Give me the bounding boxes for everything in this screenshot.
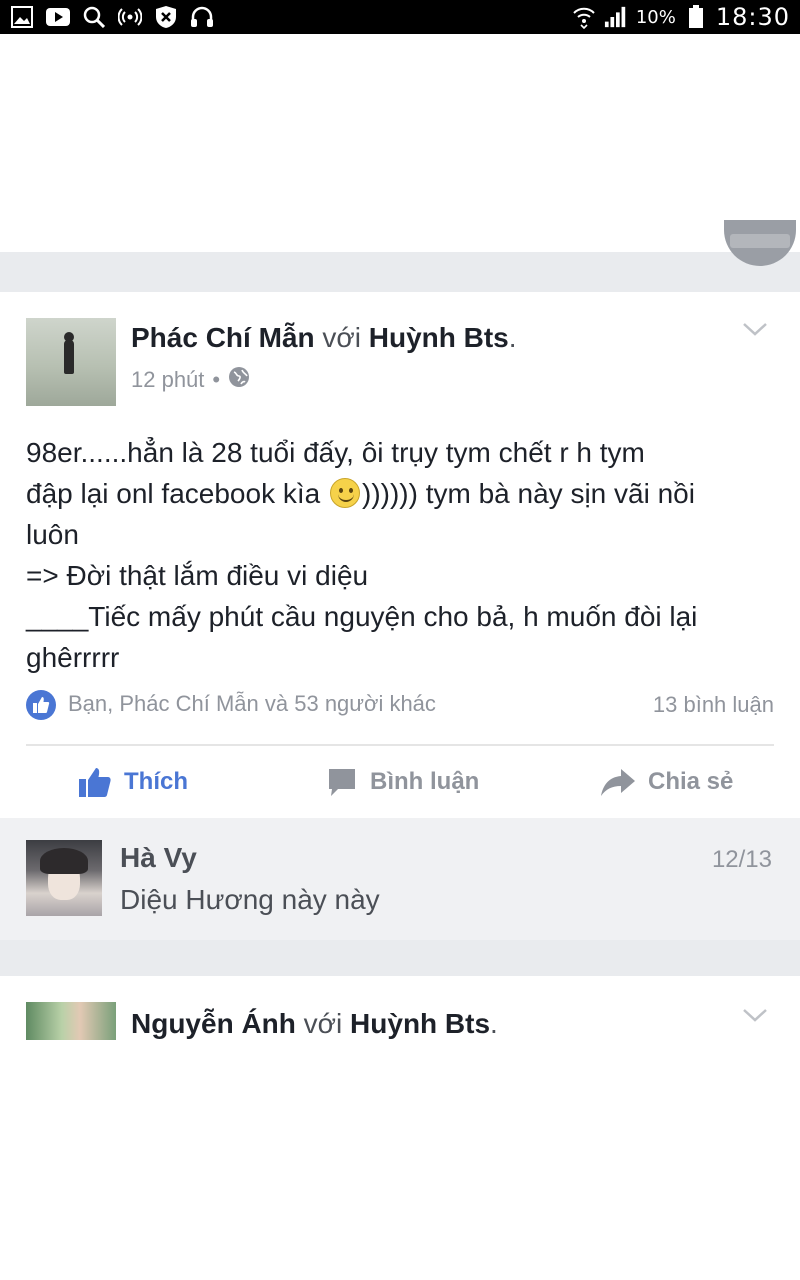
battery-icon [684, 5, 708, 29]
comment-label: Bình luận [370, 768, 480, 795]
gallery-icon [10, 5, 34, 29]
comment-date: 12/13 [711, 846, 772, 873]
post-header: Phác Chí Mẫn với Huỳnh Bts. [131, 322, 517, 354]
comment-preview[interactable]: Hà Vy Diệu Hương này này 12/13 [0, 818, 800, 940]
next-post-header: Nguyễn Ánh với Huỳnh Bts. [131, 1008, 498, 1040]
post-line: luôn [26, 519, 79, 550]
status-bar: 10% 18:30 [0, 0, 800, 34]
shield-icon [154, 5, 178, 29]
battery-percent: 10% [635, 6, 676, 28]
thumbs-up-icon [79, 768, 111, 797]
clock: 18:30 [715, 3, 790, 31]
like-reaction-icon [26, 690, 56, 720]
globe-icon [228, 366, 250, 394]
chevron-down-icon[interactable] [742, 322, 768, 336]
hotspot-icon [118, 5, 142, 29]
post-line: => Đời thật lắm điều vi diệu [26, 560, 369, 591]
divider [26, 744, 774, 746]
post-author-avatar[interactable] [26, 318, 116, 406]
youtube-icon [46, 5, 70, 29]
like-button[interactable]: Thích [78, 756, 188, 808]
comment-button[interactable]: Bình luận [326, 756, 479, 808]
share-button[interactable]: Chia sẻ [600, 756, 733, 808]
next-post-author-name[interactable]: Nguyễn Ánh [131, 1008, 296, 1039]
post-meta: 12 phút • [131, 366, 250, 394]
status-bar-right: 10% 18:30 [572, 3, 790, 31]
status-bar-left [10, 5, 214, 29]
blank-area [0, 34, 800, 240]
tagged-suffix: . [508, 322, 517, 353]
comments-count[interactable]: 13 bình luận [653, 692, 774, 718]
post-line-part: )))))) tym bà này sịn vãi nồi [362, 478, 695, 509]
post-line: ____Tiếc mấy phút cầu nguyện cho bả, h m… [26, 601, 698, 632]
commenter-avatar[interactable] [26, 840, 102, 916]
tagged-user-name[interactable]: Huỳnh Bts [369, 322, 509, 353]
feed-separator [0, 252, 800, 292]
with-word: với [322, 322, 361, 353]
avatar-figure-body [64, 340, 74, 374]
comment-icon [329, 769, 355, 796]
next-post-avatar[interactable] [26, 1002, 116, 1040]
reactions-text: Bạn, Phác Chí Mẫn và 53 người khác [68, 690, 436, 716]
comment-text: Diệu Hương này này [120, 884, 380, 915]
share-icon [601, 769, 635, 796]
post-line-part: đập lại onl facebook kìa [26, 478, 321, 509]
post-line: đập lại onl facebook kìa )))))) tym bà n… [26, 473, 786, 514]
post-line: 98er......hẳn là 28 tuổi đấy, ôi trụy ty… [26, 437, 645, 468]
post-body: 98er......hẳn là 28 tuổi đấy, ôi trụy ty… [26, 432, 786, 678]
next-post-tagged-name[interactable]: Huỳnh Bts [350, 1008, 490, 1039]
wifi-icon [572, 5, 596, 29]
like-label: Thích [124, 768, 188, 795]
search-icon [82, 5, 106, 29]
signal-icon [604, 5, 628, 29]
feed-separator [0, 940, 800, 976]
post-author-name[interactable]: Phác Chí Mẫn [131, 322, 315, 353]
headphones-icon [190, 5, 214, 29]
post-time[interactable]: 12 phút [131, 367, 204, 393]
post-line: ghêrrrrr [26, 642, 120, 673]
reaction-summary[interactable]: Bạn, Phác Chí Mẫn và 53 người khác [26, 690, 436, 720]
post-actions: Thích Bình luận Chia sẻ [0, 756, 800, 808]
commenter-name[interactable]: Hà Vy [120, 842, 197, 874]
avatar-hair [40, 848, 88, 874]
tagged-suffix: . [490, 1008, 498, 1039]
meta-separator: • [212, 367, 221, 392]
share-label: Chia sẻ [648, 768, 734, 795]
reactions-row: Bạn, Phác Chí Mẫn và 53 người khác 13 bì… [26, 688, 774, 722]
with-word: với [303, 1008, 343, 1039]
smile-emoji-icon [330, 478, 360, 508]
chevron-down-icon[interactable] [742, 1008, 768, 1022]
